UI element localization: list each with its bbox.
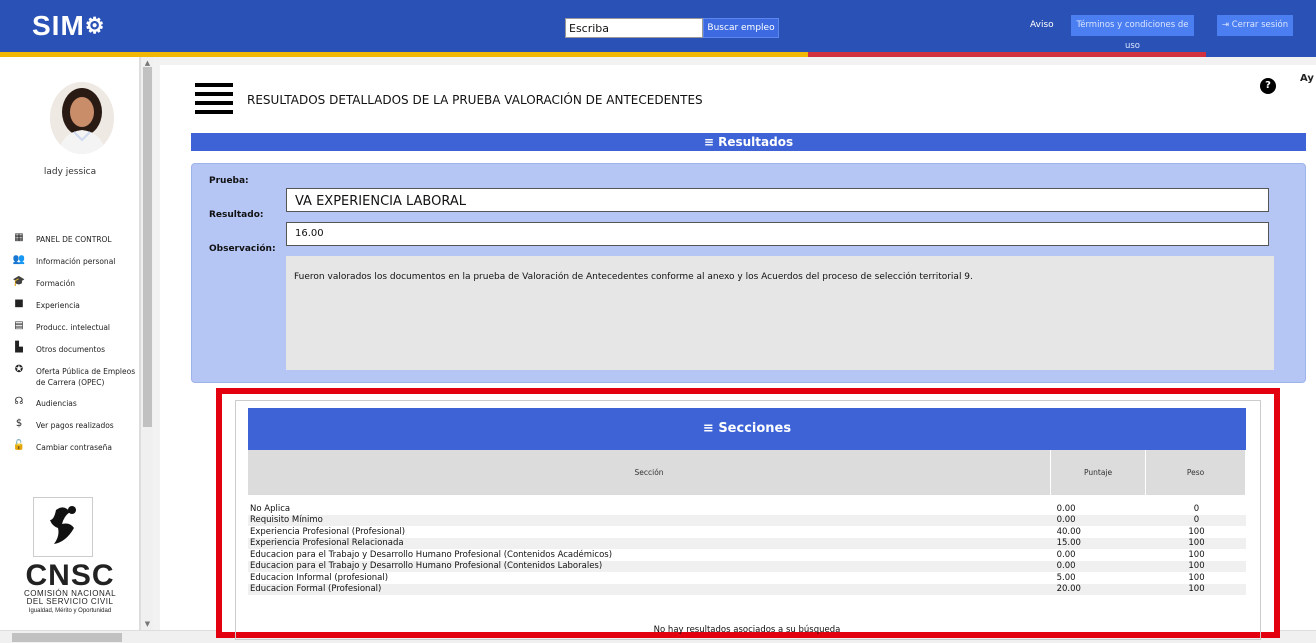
sidebar-item-otros-documentos[interactable]: ▙ Otros documentos [12,342,142,356]
sections-header: ≡ Secciones [248,408,1246,450]
logout-icon: ⇥ [1221,20,1229,30]
prueba-field: VA EXPERIENCIA LABORAL [286,188,1269,212]
table-row: Educacion para el Trabajo y Desarrollo H… [248,560,1246,572]
resultado-label: Resultado: [209,210,264,220]
sections-highlight: ≡ Secciones Sección Puntaje Peso No Apli… [216,388,1280,640]
help-icon[interactable]: ? [1260,78,1276,94]
column-header-peso[interactable]: Peso [1145,450,1246,495]
gear-logo-icon: ⚙ [84,13,106,38]
table-row: Experiencia Profesional Relacionada 15.00… [248,537,1246,549]
terms-button[interactable]: Términos y condiciones de uso [1071,15,1194,51]
sidebar-item-produccion-intelectual[interactable]: ▤ Producc. intelectual [12,320,142,334]
sidebar-item-audiencias[interactable]: ☊ Audiencias [12,396,142,410]
help-label[interactable]: Ay [1300,73,1314,84]
results-panel: Prueba: Resultado: Observación: VA EXPER… [191,163,1306,383]
sections-table: Sección Puntaje Peso No Aplica 0.00 0 Requ… [248,450,1246,595]
observacion-label: Observación: [209,244,276,254]
audience-icon: ☊ [14,396,24,407]
sections-panel: ≡ Secciones Sección Puntaje Peso No Apli… [235,400,1261,640]
empty-results-message: No hay resultados asociados a su búsqued… [653,625,841,635]
table-row: Educacion Informal (profesional) 5.00 100 [250,572,1205,583]
dollar-icon: $ [15,418,23,429]
dashboard-icon: ▦ [14,232,24,243]
cnsc-emblem [33,497,93,557]
globe-icon: ✪ [14,364,24,375]
prueba-label: Prueba: [209,176,249,186]
briefcase-icon: ■ [14,298,24,309]
scroll-up-icon[interactable]: ▲ [141,59,154,67]
top-navbar: SIM⚙ Buscar empleo Aviso Términos y cond… [0,0,1316,52]
graduation-icon: 🎓 [12,276,26,287]
search-job-button[interactable]: Buscar empleo [703,18,779,38]
sidebar-item-formacion[interactable]: 🎓 Formación [12,276,142,290]
stripe-red [808,52,1206,57]
main-content: RESULTADOS DETALLADOS DE LA PRUEBA VALOR… [160,65,1316,640]
stripe-blue [1206,52,1316,57]
simo-logo[interactable]: SIM⚙ [32,12,106,40]
table-row: No Aplica 0.00 0 [250,503,1200,514]
sidebar: lady jessica ▦ PANEL DE CONTROL 👥 Informac… [0,57,140,643]
username: lady jessica [43,167,97,177]
search-input[interactable] [565,18,703,38]
avatar [50,82,114,154]
logout-button[interactable]: ⇥ Cerrar sesión [1217,15,1293,36]
sidebar-item-pagos[interactable]: $ Ver pagos realizados [12,418,142,432]
observacion-field: Fueron valorados los documentos en la pr… [286,256,1274,370]
column-header-seccion[interactable]: Sección [248,450,1052,495]
sidebar-item-panel-de-control[interactable]: ▦ PANEL DE CONTROL [12,232,142,246]
column-header-puntaje[interactable]: Puntaje [1050,450,1147,495]
scrollbar-thumb[interactable] [143,67,152,427]
resultado-field: 16.00 [286,222,1269,246]
menu-toggle-icon[interactable] [195,83,233,115]
table-row: Educacion Formal (Profesional) 20.00 100 [248,583,1246,595]
sidebar-item-informacion-personal[interactable]: 👥 Información personal [12,254,142,268]
document-icon: ▙ [15,342,23,353]
scroll-down-icon[interactable]: ▼ [141,620,154,628]
hscrollbar-thumb[interactable] [12,633,122,642]
sidebar-item-experiencia[interactable]: ■ Experiencia [12,298,142,312]
table-row: Educacion para el Trabajo y Desarrollo H… [250,549,1205,560]
cnsc-wordmark: CNSC COMISIÓN NACIONAL DEL SERVICIO CIVI… [23,559,117,615]
sidebar-item-cambiar-contrasena[interactable]: 🔓 Cambiar contraseña [12,440,142,454]
aviso-link[interactable]: Aviso [1030,20,1054,30]
sidebar-item-opec[interactable]: ✪ Oferta Pública de Empleos de Carrera (O… [12,364,142,388]
table-row: Experiencia Profesional (Profesional) 40.… [250,526,1205,537]
lock-icon: 🔓 [12,440,26,451]
results-header: ≡ Resultados [191,133,1306,151]
table-row: Requisito Mínimo 0.00 0 [248,514,1246,526]
sidebar-menu: ▦ PANEL DE CONTROL 👥 Información personal … [12,232,142,462]
sidebar-scrollbar[interactable]: ▲ ▼ [140,57,153,630]
people-icon: 👥 [12,254,26,265]
page-title: RESULTADOS DETALLADOS DE LA PRUEBA VALOR… [247,93,703,107]
book-icon: ▤ [14,320,24,331]
